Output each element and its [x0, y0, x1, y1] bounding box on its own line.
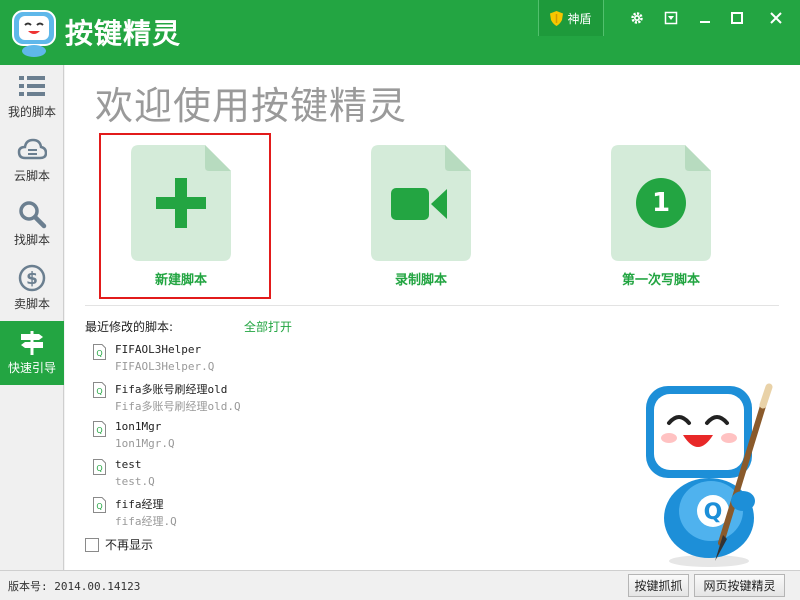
sidebar-item-quick-guide[interactable]: 快速引导 [0, 321, 64, 385]
sidebar-item-label: 找脚本 [13, 233, 50, 247]
minimize-icon [700, 21, 710, 23]
svg-text:Q: Q [96, 349, 102, 358]
sidebar-item-label: 快速引导 [7, 361, 56, 375]
app-title: 按键精灵 [65, 17, 182, 50]
file-name: FIFAOL3Helper [115, 343, 202, 356]
gear-icon [631, 12, 643, 24]
close-icon [770, 12, 782, 24]
web-keyboard-wizard-button[interactable]: 网页按键精灵 [694, 574, 785, 597]
sidebar-item-find-scripts[interactable]: 找脚本 [0, 193, 64, 257]
sidebar-item-label: 卖脚本 [13, 297, 50, 311]
recent-scripts-heading: 最近修改的脚本: [85, 320, 174, 334]
welcome-heading: 欢迎使用按键精灵 [95, 84, 408, 128]
sidebar-item-my-scripts[interactable]: 我的脚本 [0, 65, 64, 129]
main-panel: 欢迎使用按键精灵 新建脚本 录制脚本 1 第一次写脚本 最近修改的脚本: 全部打… [65, 65, 800, 570]
no-show-checkbox[interactable] [85, 537, 99, 552]
script-file-icon: Q [93, 382, 106, 398]
title-bar: 按键精灵 神盾 [0, 0, 800, 65]
mascot-illustration: Q [646, 383, 773, 567]
version-label: 版本号: 2014.00.14123 [8, 580, 141, 593]
script-file-icon: Q [93, 497, 106, 513]
svg-text:Q: Q [96, 464, 102, 473]
file-path: FIFAOL3Helper.Q [115, 360, 215, 373]
maximize-button[interactable] [723, 4, 751, 32]
shield-button[interactable]: 神盾 [538, 0, 604, 36]
capture-tool-button[interactable]: 按键抓抓 [628, 574, 689, 597]
video-camera-icon [391, 188, 447, 220]
tile-label: 录制脚本 [394, 273, 447, 288]
script-file-icon: Q [93, 344, 106, 360]
file-name: 1on1Mgr [115, 420, 162, 433]
dollar-icon: $ [18, 264, 46, 292]
shield-label: 神盾 [567, 11, 592, 26]
close-button[interactable] [762, 4, 790, 32]
search-icon [19, 201, 47, 229]
no-show-label: 不再显示 [105, 538, 154, 552]
list-icon [19, 76, 45, 96]
sidebar-item-label: 我的脚本 [7, 105, 56, 119]
menu-button[interactable] [657, 4, 685, 32]
file-name: Fifa多账号刷经理old [115, 383, 228, 396]
divider [85, 305, 779, 306]
file-path: fifa经理.Q [115, 515, 177, 528]
app-logo-icon [12, 10, 56, 57]
file-name: test [115, 458, 142, 471]
file-path: test.Q [115, 475, 155, 488]
number-one-label: 1 [651, 188, 671, 218]
dropdown-menu-icon [664, 11, 678, 25]
first-script-tile[interactable]: 1 第一次写脚本 [611, 145, 711, 288]
script-file-icon: Q [93, 459, 106, 475]
maximize-icon [731, 12, 743, 24]
svg-text:Q: Q [96, 426, 102, 435]
svg-text:Q: Q [96, 387, 102, 396]
shield-icon [550, 10, 564, 26]
record-script-tile[interactable]: 录制脚本 [371, 145, 471, 288]
file-path: 1on1Mgr.Q [115, 437, 175, 450]
selection-highlight [99, 133, 271, 299]
status-bar: 版本号: 2014.00.14123 按键抓抓 网页按键精灵 [0, 570, 800, 600]
open-all-link[interactable]: 全部打开 [244, 318, 292, 335]
svg-text:$: $ [26, 269, 38, 289]
settings-button[interactable] [623, 4, 651, 32]
cloud-icon [17, 138, 47, 160]
sidebar-item-sell-scripts[interactable]: $ 卖脚本 [0, 257, 64, 321]
file-name: fifa经理 [115, 498, 164, 511]
sidebar-item-cloud-scripts[interactable]: 云脚本 [0, 129, 64, 193]
sidebar: 我的脚本 云脚本 找脚本 $ 卖脚本 快速引导 [0, 65, 64, 570]
no-show-option[interactable]: 不再显示 [85, 536, 153, 553]
signpost-icon [21, 331, 43, 355]
script-file-icon: Q [93, 421, 106, 437]
svg-text:Q: Q [704, 500, 723, 525]
minimize-button[interactable] [691, 4, 719, 32]
sidebar-item-label: 云脚本 [13, 169, 50, 183]
file-path: Fifa多账号刷经理old.Q [115, 400, 241, 413]
svg-text:Q: Q [96, 502, 102, 511]
tile-label: 第一次写脚本 [621, 273, 700, 288]
